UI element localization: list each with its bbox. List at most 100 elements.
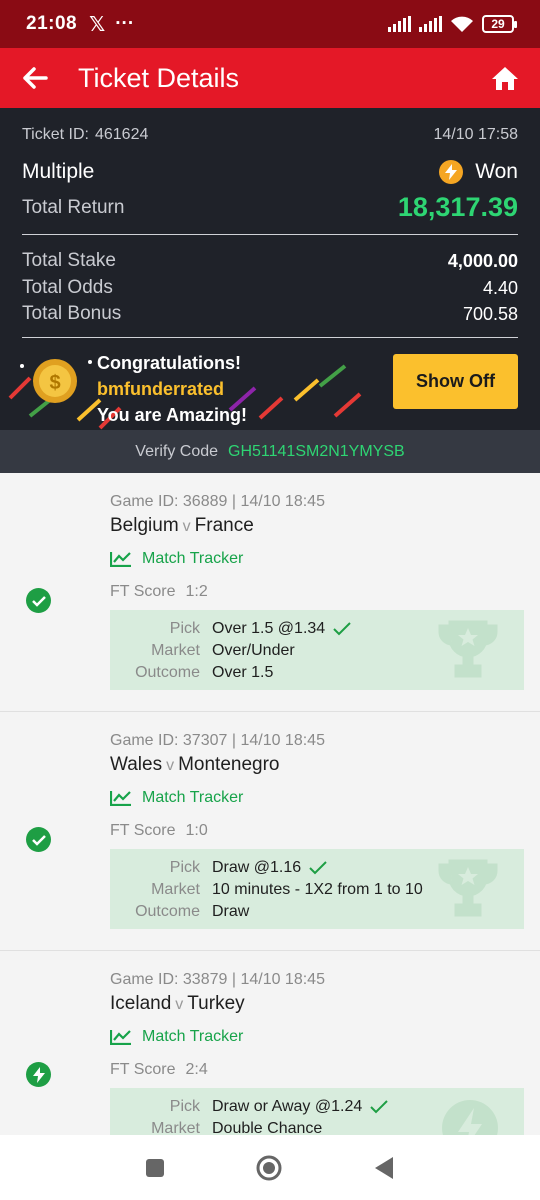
- game-card: Game ID: 36889 | 14/10 18:45 Belgium v Fra…: [0, 473, 540, 712]
- game-header: Game ID: 33879 | 14/10 18:45: [110, 971, 325, 988]
- match-tracker-link[interactable]: Match Tracker: [110, 789, 243, 807]
- total-bonus-label: Total Bonus: [22, 303, 122, 324]
- versus-label: v: [182, 518, 191, 535]
- pick-details: Pick Draw or Away @1.24 Market Double Ch…: [110, 1088, 524, 1135]
- match-tracker-label: Match Tracker: [142, 550, 244, 567]
- pick-value: Draw or Away @1.24: [212, 1098, 363, 1115]
- ft-score-value: 1:0: [185, 822, 208, 839]
- home-nav-button[interactable]: [255, 1154, 283, 1182]
- outcome-value: Draw: [212, 903, 250, 920]
- away-team: France: [194, 515, 254, 536]
- total-bonus-value: 700.58: [462, 303, 518, 324]
- home-team: Iceland: [110, 993, 172, 1014]
- svg-text:$: $: [49, 372, 60, 394]
- chart-line-icon: [110, 552, 131, 567]
- market-value: 10 minutes - 1X2 from 1 to 10: [212, 881, 423, 898]
- status-bar: 21:08 𝕏 ··· 29: [0, 0, 540, 48]
- signal-icon-2: [419, 16, 442, 32]
- arrow-left-icon: [23, 67, 48, 89]
- pick-label: Pick: [169, 859, 200, 876]
- ticket-id-label: Ticket ID:: [22, 126, 89, 143]
- ft-score-value: 1:2: [185, 583, 208, 600]
- ticket-type: Multiple: [22, 160, 95, 183]
- bolt-icon: [439, 160, 464, 184]
- check-circle-icon: [26, 827, 51, 852]
- x-app-icon: 𝕏: [89, 13, 106, 36]
- ticket-status: Won: [475, 160, 518, 183]
- pick-details: Pick Draw @1.16 Market 10 minutes - 1X2 …: [110, 849, 524, 929]
- status-time: 21:08: [26, 13, 78, 34]
- away-team: Turkey: [187, 993, 245, 1014]
- banner-username: bmfunderrated: [97, 379, 225, 399]
- pick-value: Over 1.5 @1.34: [212, 620, 326, 637]
- ft-score: FT Score 1:2: [110, 583, 208, 601]
- ft-score-value: 2:4: [185, 1061, 208, 1078]
- match-tracker-link[interactable]: Match Tracker: [110, 550, 243, 568]
- check-icon: [309, 861, 327, 875]
- game-card: Game ID: 33879 | 14/10 18:45 Iceland v Tur…: [0, 951, 540, 1135]
- ticket-summary: Ticket ID: 461624 14/10 17:58 Multiple W…: [0, 108, 540, 430]
- game-teams: Iceland v Turkey: [110, 993, 245, 1015]
- divider: [22, 234, 518, 235]
- battery-level: 29: [491, 17, 505, 31]
- check-icon: [370, 1100, 388, 1114]
- home-button[interactable]: [470, 48, 540, 108]
- verify-code-label: Verify Code: [135, 442, 219, 460]
- pick-label: Pick: [169, 620, 200, 637]
- check-circle-icon: [26, 588, 51, 613]
- match-tracker-label: Match Tracker: [142, 1028, 244, 1045]
- game-teams: Wales v Montenegro: [110, 754, 280, 776]
- home-team: Belgium: [110, 515, 179, 536]
- versus-label: v: [175, 996, 184, 1013]
- total-stake-label: Total Stake: [22, 250, 116, 271]
- home-icon: [492, 67, 518, 90]
- match-tracker-label: Match Tracker: [142, 789, 244, 806]
- total-return-value: 18,317.39: [397, 192, 518, 222]
- game-card: Game ID: 37307 | 14/10 18:45 Wales v Monte…: [0, 712, 540, 951]
- market-value: Over/Under: [212, 642, 295, 659]
- trophy-icon: [438, 859, 498, 917]
- ft-score-label: FT Score: [110, 822, 176, 839]
- ticket-id: 461624: [94, 126, 149, 143]
- back-button[interactable]: [0, 48, 70, 108]
- pick-details: Pick Over 1.5 @1.34 Market Over/Under Ou…: [110, 610, 524, 690]
- show-off-button[interactable]: Show Off: [393, 354, 518, 409]
- away-team: Montenegro: [178, 754, 280, 775]
- versus-label: v: [166, 757, 175, 774]
- app-bar: Ticket Details: [0, 48, 540, 108]
- market-value: Double Chance: [212, 1120, 323, 1135]
- verify-code-bar: Verify Code GH51141SM2N1YMYSB: [0, 430, 540, 473]
- pick-label: Pick: [169, 1098, 200, 1115]
- game-teams: Belgium v France: [110, 515, 254, 537]
- total-stake-value: 4,000.00: [447, 250, 518, 271]
- match-tracker-link[interactable]: Match Tracker: [110, 1028, 243, 1046]
- more-notifications-icon: ···: [115, 13, 135, 34]
- recent-apps-button[interactable]: [145, 1158, 165, 1178]
- pick-value: Draw @1.16: [212, 859, 302, 876]
- battery-icon: 29: [482, 15, 517, 33]
- ft-score: FT Score 2:4: [110, 1061, 208, 1079]
- outcome-value: Over 1.5: [212, 664, 274, 681]
- back-nav-button[interactable]: [373, 1156, 395, 1180]
- page-title: Ticket Details: [78, 62, 240, 93]
- outcome-label: Outcome: [135, 903, 200, 920]
- game-list: Game ID: 36889 | 14/10 18:45 Belgium v Fra…: [0, 473, 540, 1135]
- trophy-icon: [438, 620, 498, 678]
- verify-code-value[interactable]: GH51141SM2N1YMYSB: [228, 443, 405, 461]
- ticket-datetime: 14/10 17:58: [433, 126, 518, 143]
- check-icon: [333, 622, 351, 636]
- bolt-badge-icon: [442, 1100, 498, 1135]
- market-label: Market: [151, 642, 200, 659]
- market-label: Market: [151, 881, 200, 898]
- total-return-label: Total Return: [22, 196, 125, 218]
- home-team: Wales: [110, 754, 163, 775]
- system-nav-bar: [0, 1135, 540, 1200]
- game-header: Game ID: 36889 | 14/10 18:45: [110, 493, 325, 510]
- chart-line-icon: [110, 1030, 131, 1045]
- wifi-icon: [451, 16, 473, 32]
- bolt-circle-icon: [26, 1062, 51, 1087]
- ft-score: FT Score 1:0: [110, 822, 208, 840]
- congrats-subtitle: You are Amazing!: [97, 405, 248, 425]
- ft-score-label: FT Score: [110, 583, 176, 600]
- outcome-label: Outcome: [135, 664, 200, 681]
